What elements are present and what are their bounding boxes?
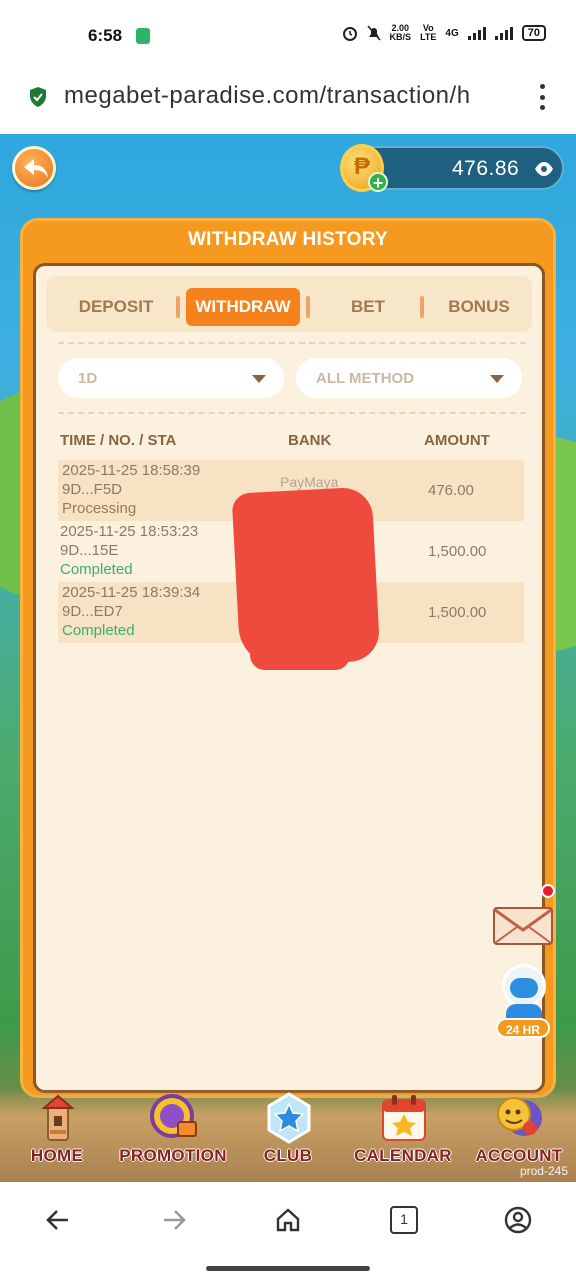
- row-time: 2025-11-25 18:39:34: [62, 584, 201, 601]
- status-bar: 6:58 2.00 KB/S Vo LTE 4G 70: [0, 0, 576, 72]
- forward-icon[interactable]: [160, 1206, 188, 1234]
- row-amount: 476.00: [428, 482, 474, 499]
- notification-badge: [541, 884, 555, 898]
- network-type: 4G: [445, 27, 459, 39]
- table-header: TIME / NO. / STA BANK AMOUNT: [60, 430, 526, 454]
- status-time: 6:58: [88, 26, 123, 45]
- game-page: ₱ + 476.86 WITHDRAW HISTORY DEPOSIT WITH…: [0, 134, 576, 1182]
- chevron-down-icon: [252, 375, 266, 383]
- tabs-button[interactable]: 1: [390, 1206, 418, 1234]
- mute-bell-icon: [366, 25, 381, 41]
- history-tabs: DEPOSIT WITHDRAW BET BONUS: [46, 276, 532, 332]
- chevron-down-icon: [490, 375, 504, 383]
- period-select[interactable]: 1D: [58, 358, 284, 398]
- row-time: 2025-11-25 18:58:39: [62, 462, 201, 479]
- build-tag: prod-245: [519, 1164, 568, 1178]
- tab-deposit[interactable]: DEPOSIT: [64, 288, 168, 326]
- customer-support-button[interactable]: 24 HR: [494, 960, 554, 1040]
- tab-bonus[interactable]: BONUS: [436, 288, 522, 326]
- network-speed: 2.00 KB/S: [389, 23, 412, 42]
- balance-display[interactable]: ₱ + 476.86: [340, 144, 564, 192]
- row-status: Processing: [62, 500, 137, 517]
- bottom-navigation: HOME PROMOTION CLUB CALENDAR ACCOUNT: [0, 1088, 576, 1182]
- row-number: 9D...ED7: [62, 603, 123, 620]
- tab-withdraw[interactable]: WITHDRAW: [186, 288, 300, 326]
- add-funds-button[interactable]: +: [368, 172, 388, 192]
- row-status: Completed: [62, 622, 135, 639]
- signal-icon-2: [494, 26, 513, 40]
- nav-promotion[interactable]: PROMOTION: [118, 1088, 228, 1182]
- alarm-icon: [342, 27, 357, 41]
- signal-icon: [467, 26, 486, 40]
- eye-icon[interactable]: [534, 160, 554, 178]
- club-star-icon: [267, 1092, 311, 1144]
- row-amount: 1,500.00: [428, 543, 487, 560]
- nav-calendar[interactable]: CALENDAR: [348, 1088, 458, 1182]
- balance-amount: 476.86: [452, 157, 520, 180]
- calendar-star-icon: [382, 1095, 426, 1141]
- method-select[interactable]: ALL METHOD: [296, 358, 522, 398]
- back-arrow-icon: [24, 159, 48, 178]
- panel-title: WITHDRAW HISTORY: [187, 229, 389, 250]
- gesture-bar[interactable]: [206, 1266, 370, 1271]
- mail-icon[interactable]: [492, 904, 554, 946]
- browser-url-bar[interactable]: megabet-paradise.com/transaction/h: [0, 72, 576, 134]
- secure-shield-icon: [30, 87, 46, 107]
- avatar-icon: [497, 1097, 542, 1136]
- battery-icon: 70: [521, 25, 546, 41]
- back-icon[interactable]: [44, 1206, 72, 1234]
- column-header-amount: AMOUNT: [424, 432, 490, 449]
- nav-home[interactable]: HOME: [2, 1088, 112, 1182]
- back-button[interactable]: [12, 146, 56, 190]
- browser-navigation: 1: [0, 1182, 576, 1280]
- divider: [58, 342, 526, 344]
- status-icons: 2.00 KB/S Vo LTE 4G 70: [342, 24, 546, 42]
- row-time: 2025-11-25 18:53:23: [60, 523, 199, 540]
- profile-icon[interactable]: [504, 1206, 532, 1234]
- url-text[interactable]: megabet-paradise.com/transaction/h: [64, 82, 512, 110]
- row-number: 9D...F5D: [62, 481, 123, 498]
- redaction-mark: [250, 640, 350, 670]
- app-notification-icon: [136, 28, 150, 44]
- support-24hr-label: 24 HR: [496, 1018, 550, 1038]
- promotion-wheel-icon: [150, 1094, 197, 1138]
- nav-club[interactable]: CLUB: [233, 1088, 343, 1182]
- panel-content: DEPOSIT WITHDRAW BET BONUS 1D ALL METHOD…: [33, 263, 545, 1093]
- lighthouse-icon: [41, 1094, 75, 1141]
- row-status: Completed: [60, 561, 133, 578]
- divider: [58, 412, 526, 414]
- tab-bet[interactable]: BET: [328, 288, 408, 326]
- row-number: 9D...15E: [60, 542, 119, 559]
- row-amount: 1,500.00: [428, 604, 487, 621]
- column-header-time: TIME / NO. / STA: [60, 432, 177, 449]
- home-icon[interactable]: [274, 1206, 302, 1234]
- browser-menu-icon[interactable]: [538, 84, 546, 110]
- volte-indicator: Vo LTE: [420, 23, 437, 42]
- column-header-bank: BANK: [288, 432, 332, 449]
